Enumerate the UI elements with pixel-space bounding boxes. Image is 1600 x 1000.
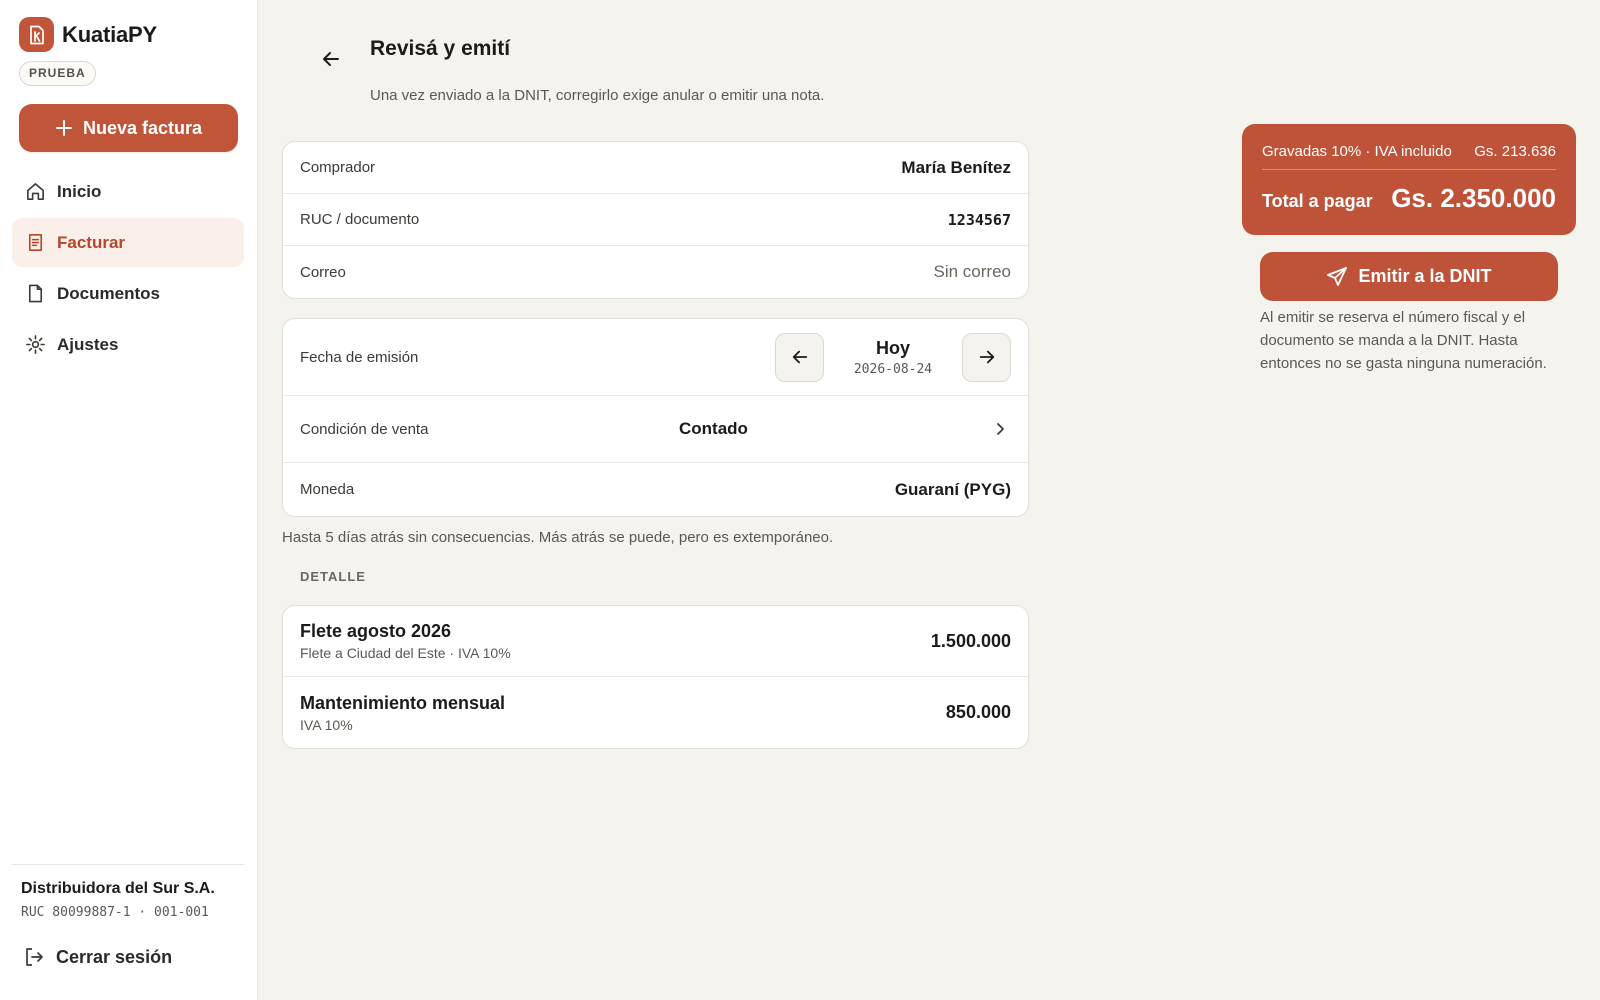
sidebar-item-documentos[interactable]: Documentos [12,269,244,318]
company-ruc: RUC 80099887-1 · 001-001 [21,905,209,920]
new-invoice-button[interactable]: Nueva factura [19,104,238,152]
logout-icon [26,948,43,966]
list-item[interactable]: Flete agosto 2026 Flete a Ciudad del Est… [283,606,1028,677]
send-icon [1327,266,1348,286]
buyer-value: María Benítez [901,157,1011,177]
condition-value: Contado [679,419,748,438]
logout-label: Cerrar sesión [56,946,173,967]
emit-dnit-button[interactable]: Emitir a la DNIT [1260,252,1558,301]
terms-card: Fecha de emisión Hoy 2026-08-24 Condició… [282,318,1029,517]
sidebar-item-label: Inicio [57,181,102,201]
document-icon [24,283,46,305]
ruc-label: RUC / documento [300,211,420,228]
arrow-right-icon [979,350,994,364]
item-title: Mantenimiento mensual [300,692,506,713]
detail-section-label: DETALLE [300,569,366,584]
detail-card: Flete agosto 2026 Flete a Ciudad del Est… [282,605,1029,749]
sidebar-item-label: Ajustes [57,334,119,354]
tax-label: Gravadas 10% · IVA incluido [1262,143,1452,160]
plus-icon [55,120,72,136]
date-stepper: Hoy 2026-08-24 [775,332,1011,382]
new-invoice-label: Nueva factura [82,117,203,138]
item-subtitle: IVA 10% [300,716,353,733]
logout-button[interactable]: Cerrar sesión [23,946,172,968]
sidebar-item-label: Documentos [57,283,160,303]
sidebar-item-inicio[interactable]: Inicio [12,167,244,216]
sidebar-item-facturar[interactable]: Facturar [12,218,244,267]
arrow-left-icon [792,350,807,364]
app-logo-icon [19,17,54,52]
invoice-icon [24,232,46,254]
app-name: KuatiaPY [62,21,157,47]
buyer-card: Comprador María Benítez RUC / documento … [282,141,1029,299]
buyer-row[interactable]: Comprador María Benítez [283,142,1028,194]
page-title: Revisá y emití [370,37,511,60]
email-row[interactable]: Correo Sin correo [283,246,1028,298]
currency-label: Moneda [300,481,355,498]
ruc-row[interactable]: RUC / documento 1234567 [283,194,1028,246]
home-icon [24,181,46,203]
company-info: Distribuidora del Sur S.A. RUC 80099887-… [21,880,215,920]
sidebar-item-label: Facturar [57,232,126,252]
brand[interactable]: KuatiaPY [19,17,157,52]
item-amount: 1.500.000 [930,630,1011,651]
gear-icon [24,334,46,356]
total-value: Gs. 2.350.000 [1391,183,1556,213]
env-badge: PRUEBA [19,61,96,86]
buyer-label: Comprador [300,159,376,176]
email-value: Sin correo [933,262,1011,281]
sidebar-divider [12,864,244,865]
item-title: Flete agosto 2026 [300,621,452,641]
chevron-right-icon [997,423,1004,435]
total-label: Total a pagar [1262,191,1373,211]
page-subtitle: Una vez enviado a la DNIT, corregirlo ex… [370,87,825,104]
sidebar-item-ajustes[interactable]: Ajustes [12,320,244,369]
date-value: 2026-08-24 [853,361,933,377]
date-prev-button[interactable] [775,332,824,382]
item-amount: 850.000 [945,702,1011,722]
total-summary-card: Gravadas 10% · IVA incluido Gs. 213.636 … [1242,124,1576,235]
item-subtitle: Flete a Ciudad del Este · IVA 10% [300,645,511,661]
email-label: Correo [300,263,346,281]
emit-label: Emitir a la DNIT [1358,266,1492,286]
sidebar: KuatiaPY PRUEBA Nueva factura Inicio Fac… [0,0,258,1000]
back-button[interactable] [316,44,346,74]
condition-row[interactable]: Condición de venta Contado [283,396,1028,463]
date-relative: Hoy [875,337,910,358]
company-name: Distribuidora del Sur S.A. [21,880,215,897]
currency-value: Guaraní (PYG) [894,479,1011,499]
date-row: Fecha de emisión Hoy 2026-08-24 [283,319,1028,396]
sidebar-nav: Inicio Facturar Documentos Ajustes [12,167,244,371]
emit-note: Al emitir se reserva el número fiscal y … [1260,309,1547,372]
tax-value: Gs. 213.636 [1474,143,1556,160]
condition-label: Condición de venta [300,420,429,438]
currency-row[interactable]: Moneda Guaraní (PYG) [283,463,1028,516]
list-item[interactable]: Mantenimiento mensual IVA 10% 850.000 [283,677,1028,748]
date-display: Hoy 2026-08-24 [824,338,962,377]
date-hint: Hasta 5 días atrás sin consecuencias. Má… [282,529,834,546]
date-next-button[interactable] [962,332,1011,382]
ruc-value: 1234567 [947,210,1011,229]
arrow-left-icon [323,52,339,66]
date-label: Fecha de emisión [300,348,419,366]
